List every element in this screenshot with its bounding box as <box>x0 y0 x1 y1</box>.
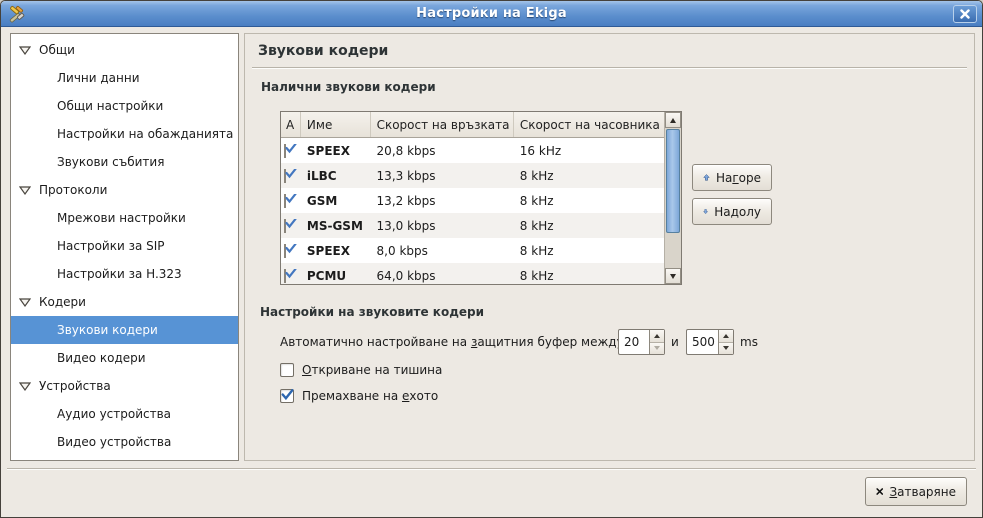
column-header-bitrate[interactable]: Скорост на връзката <box>371 112 514 137</box>
tree-item-audio-codecs[interactable]: Звукови кодери <box>11 316 238 344</box>
close-icon <box>960 9 970 19</box>
preferences-window: Настройки на Ekiga Общи Лични данни Общи… <box>0 0 983 518</box>
table-row[interactable]: GSM 13,2 kbps 8 kHz <box>281 188 664 213</box>
tree-item-sound-events[interactable]: Звукови събития <box>11 148 238 176</box>
move-up-button[interactable]: Нагоре <box>692 164 772 191</box>
close-label: Затваряне <box>889 485 956 499</box>
expander-icon[interactable] <box>19 46 31 55</box>
codec-enabled-checkbox[interactable] <box>284 269 286 283</box>
arrow-down-icon <box>670 274 676 279</box>
close-button[interactable]: Затваряне <box>865 477 967 506</box>
arrow-up-icon <box>723 334 729 338</box>
tree-item-h323-settings[interactable]: Настройки за H.323 <box>11 260 238 288</box>
codec-enabled-checkbox[interactable] <box>284 169 286 183</box>
tree-item-network-settings[interactable]: Мрежови настройки <box>11 204 238 232</box>
check-icon <box>284 144 298 155</box>
column-header-name[interactable]: Име <box>301 112 371 137</box>
codec-settings-heading: Настройки на звуковите кодери <box>260 305 484 319</box>
check-icon <box>284 219 298 230</box>
table-row[interactable]: MS-GSM 13,0 kbps 8 kHz <box>281 213 664 238</box>
move-down-button[interactable]: Надолу <box>692 198 772 225</box>
spin-up-button[interactable] <box>719 330 733 343</box>
move-down-label: Надолу <box>714 205 761 219</box>
table-scrollbar[interactable] <box>664 112 681 284</box>
echo-cancellation-label: Премахване на ехото <box>302 389 438 403</box>
expander-icon[interactable] <box>19 382 31 391</box>
codec-enabled-checkbox[interactable] <box>284 244 286 258</box>
table-row[interactable]: SPEEX 20,8 kbps 16 kHz <box>281 138 664 163</box>
titlebar[interactable]: Настройки на Ekiga <box>1 1 982 27</box>
window-close-button[interactable] <box>953 5 977 23</box>
codec-table: A Име Скорост на връзката Скорост на час… <box>280 111 682 285</box>
footer-separator <box>7 468 976 470</box>
scroll-down-button[interactable] <box>665 268 681 284</box>
silence-detection-checkbox[interactable]: Откриване на тишина <box>280 363 442 377</box>
tree-item-general[interactable]: Общи <box>11 36 238 64</box>
jitter-unit-label: ms <box>740 335 758 349</box>
tree-item-personal-data[interactable]: Лични данни <box>11 64 238 92</box>
tree-item-sip-settings[interactable]: Настройки за SIP <box>11 232 238 260</box>
preferences-tree: Общи Лични данни Общи настройки Настройк… <box>10 33 239 461</box>
spin-down-button[interactable] <box>719 343 733 355</box>
check-icon <box>284 194 298 205</box>
spin-up-button[interactable] <box>650 330 664 343</box>
jitter-between-label: и <box>671 335 679 349</box>
up-arrow-icon <box>703 170 710 185</box>
table-row[interactable]: iLBC 13,3 kbps 8 kHz <box>281 163 664 188</box>
tree-item-call-options[interactable]: Настройки на обажданията <box>11 120 238 148</box>
spin-down-button[interactable] <box>650 343 664 355</box>
window-title: Настройки на Ekiga <box>1 6 982 21</box>
silence-detection-label: Откриване на тишина <box>302 363 442 377</box>
close-x-icon <box>876 485 883 498</box>
tree-item-general-settings[interactable]: Общи настройки <box>11 92 238 120</box>
move-up-label: Нагоре <box>716 171 761 185</box>
checkbox-box[interactable] <box>280 363 294 377</box>
spin-stepper <box>718 330 733 354</box>
page-title: Звукови кодери <box>258 43 388 59</box>
arrow-down-icon <box>654 346 660 350</box>
arrow-up-icon <box>670 118 676 123</box>
tree-item-audio-devices[interactable]: Аудио устройства <box>11 400 238 428</box>
scrollbar-thumb[interactable] <box>666 129 680 233</box>
tree-item-video-codecs[interactable]: Видео кодери <box>11 344 238 372</box>
codec-rows: SPEEX 20,8 kbps 16 kHz iLBC 13,3 kbps 8 … <box>281 138 664 284</box>
scroll-up-button[interactable] <box>665 112 681 128</box>
audio-codecs-page: Звукови кодери Налични звукови кодери A … <box>244 33 975 461</box>
arrow-up-icon <box>654 334 660 338</box>
arrow-down-icon <box>723 346 729 350</box>
column-header-clockrate[interactable]: Скорост на часовника <box>514 112 664 137</box>
tree-item-protocols[interactable]: Протоколи <box>11 176 238 204</box>
title-separator <box>252 67 967 69</box>
echo-cancellation-checkbox[interactable]: Премахване на ехото <box>280 389 438 403</box>
jitter-max-spinbox[interactable]: 500 <box>686 329 734 355</box>
spin-stepper <box>649 330 664 354</box>
codec-table-header: A Име Скорост на връзката Скорост на час… <box>281 112 664 138</box>
tree-item-label: Общи <box>39 43 75 57</box>
jitter-min-value[interactable]: 20 <box>619 330 649 354</box>
tools-icon <box>7 5 25 23</box>
column-header-active[interactable]: A <box>281 112 301 137</box>
jitter-min-spinbox[interactable]: 20 <box>618 329 665 355</box>
down-arrow-icon <box>703 204 708 219</box>
table-row[interactable]: SPEEX 8,0 kbps 8 kHz <box>281 238 664 263</box>
codec-enabled-checkbox[interactable] <box>284 144 286 158</box>
expander-icon[interactable] <box>19 186 31 195</box>
tree-item-video-devices[interactable]: Видео устройства <box>11 428 238 456</box>
expander-icon[interactable] <box>19 298 31 307</box>
tree-item-codecs[interactable]: Кодери <box>11 288 238 316</box>
table-row[interactable]: PCMU 64,0 kbps 8 kHz <box>281 263 664 285</box>
check-icon <box>284 269 298 280</box>
codec-enabled-checkbox[interactable] <box>284 219 286 233</box>
jitter-max-value[interactable]: 500 <box>687 330 718 354</box>
check-icon <box>284 169 298 180</box>
available-codecs-heading: Налични звукови кодери <box>261 80 436 94</box>
check-icon <box>284 244 298 255</box>
check-icon <box>280 387 295 402</box>
tree-item-devices[interactable]: Устройства <box>11 372 238 400</box>
checkbox-box[interactable] <box>280 389 294 403</box>
jitter-buffer-label: Автоматично настройване на защитния буфе… <box>280 335 624 349</box>
codec-enabled-checkbox[interactable] <box>284 194 286 208</box>
